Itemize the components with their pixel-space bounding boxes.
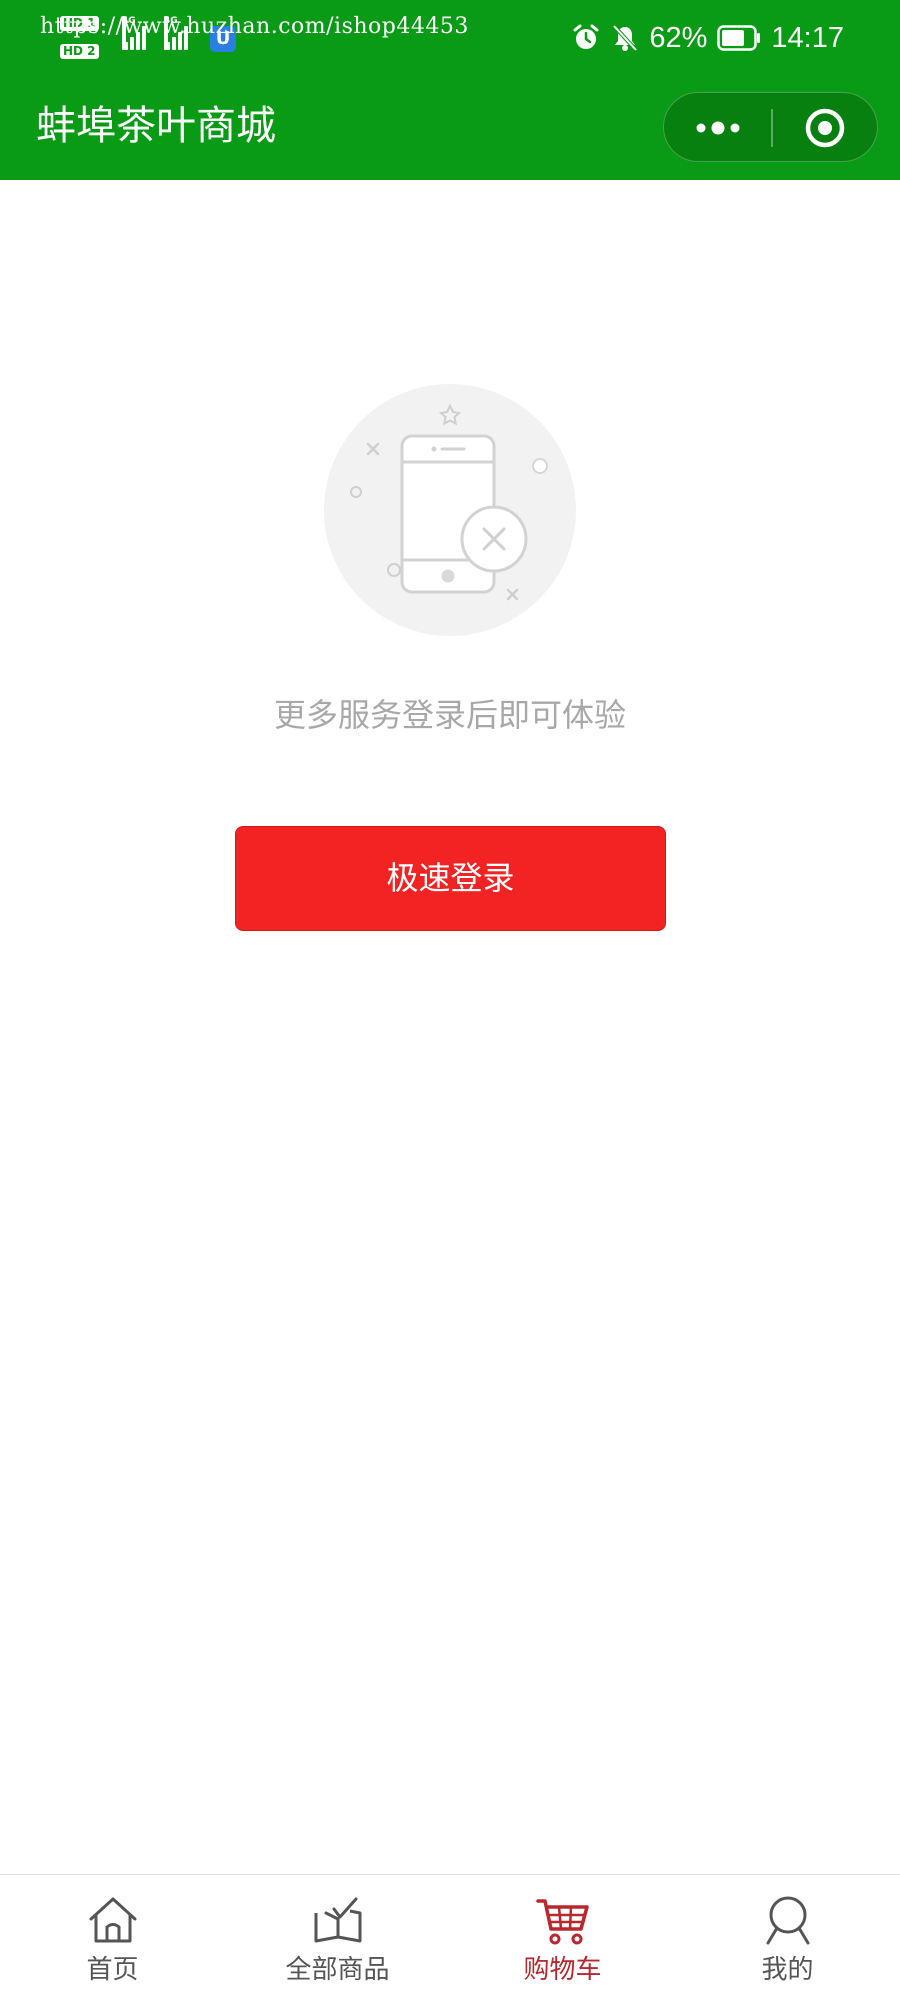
nav-bar: 蚌埠茶叶商城 — [0, 78, 900, 180]
target-circle-icon — [805, 108, 845, 148]
user-icon — [766, 1896, 809, 1945]
tab-all-products[interactable]: 全部商品 — [225, 1875, 450, 2000]
alarm-icon — [573, 24, 599, 49]
tab-cart-label: 购物车 — [523, 1955, 602, 1985]
battery-percent: 62% — [649, 21, 708, 54]
tab-cart[interactable]: 购物车 — [450, 1875, 675, 2000]
header: HD 1 HD 2 4G 4G U https://www.huzhan.com… — [0, 0, 900, 180]
page-title: 蚌埠茶叶商城 — [36, 103, 276, 149]
hd-badge-2: HD 2 — [60, 44, 99, 59]
tab-all-products-label: 全部商品 — [285, 1955, 390, 1985]
phone-disconnected-icon — [322, 382, 578, 638]
clock-time: 14:17 — [771, 21, 844, 54]
watermark-text: https://www.huzhan.com/ishop44453 — [40, 14, 469, 39]
more-dots-icon — [696, 121, 740, 135]
battery-icon — [717, 25, 761, 51]
mini-program-capsule — [663, 92, 878, 162]
home-icon — [89, 1897, 136, 1943]
tab-bar: 首页 全部商品 购物车 我的 — [0, 1874, 900, 2000]
status-bar: HD 1 HD 2 4G 4G U https://www.huzhan.com… — [0, 0, 900, 78]
mute-bell-icon — [612, 24, 638, 52]
close-button[interactable] — [772, 93, 879, 163]
tab-mine[interactable]: 我的 — [675, 1875, 900, 2000]
tab-home[interactable]: 首页 — [0, 1875, 225, 2000]
empty-tip: 更多服务登录后即可体验 — [273, 696, 626, 734]
more-button[interactable] — [664, 93, 771, 163]
status-right: 62% 14:17 — [571, 18, 844, 58]
book-check-icon — [314, 1897, 361, 1943]
tab-home-label: 首页 — [86, 1955, 139, 1985]
quick-login-button[interactable]: 极速登录 — [235, 826, 666, 931]
cart-icon — [535, 1899, 589, 1945]
tab-mine-label: 我的 — [761, 1955, 814, 1985]
